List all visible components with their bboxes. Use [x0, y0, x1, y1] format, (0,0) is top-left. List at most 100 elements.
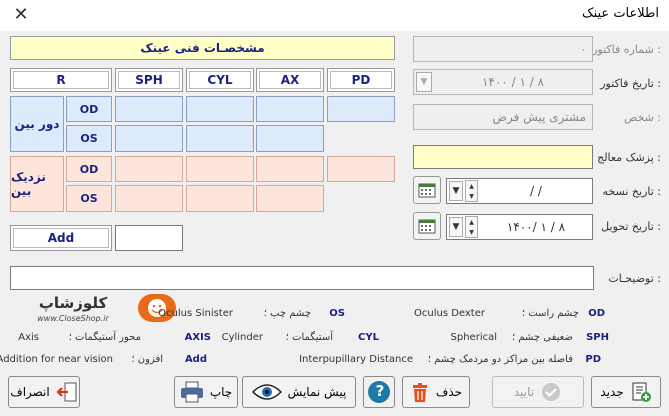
eye-label-od: OD [66, 96, 112, 122]
near-os-ax-input[interactable] [256, 185, 324, 212]
far-os-cyl-input[interactable] [186, 125, 254, 152]
eye-label-od: OD [66, 156, 112, 182]
help-glyph: ? [375, 382, 385, 400]
calendar-icon [418, 219, 436, 234]
near-pd-input[interactable] [327, 156, 395, 182]
delete-button[interactable]: حذف [402, 376, 470, 408]
printer-icon [180, 381, 203, 403]
legend-axis-code: AXIS [184, 332, 211, 343]
calendar-icon [418, 183, 436, 198]
date-spinner[interactable]: ▲ ▼ [465, 216, 478, 238]
row-label-near: نزدیک بین [10, 156, 64, 212]
legend-axis-fa: محور آستیگمات ؛ [68, 332, 141, 343]
legend-od-en: Oculus Dexter [414, 308, 485, 319]
legend-pd-fa: فاصله بین مراکز دو مردمک چشم ؛ [427, 354, 573, 365]
legend-sph-fa: ضعیفی چشم ؛ [511, 332, 573, 343]
delivery-date-value: ۱۴۰۰/ ۱ / ۸ [506, 220, 566, 234]
cancel-button-label: انصراف [10, 385, 50, 399]
check-icon [542, 383, 561, 401]
near-od-ax-input[interactable] [256, 156, 324, 182]
person-value: مشتری پیش فرض [492, 110, 586, 124]
legend-axis-en: Axis [18, 332, 39, 343]
invoice-number-value: ۰ [580, 42, 586, 56]
far-od-sph-input[interactable] [115, 96, 183, 122]
print-button[interactable]: چاپ [174, 376, 238, 408]
legend-add-en: Addition for near vision [0, 354, 113, 365]
window-title: اطلاعات عینک [581, 6, 659, 21]
confirm-button-label: تایید [513, 385, 535, 399]
far-od-ax-input[interactable] [256, 96, 324, 122]
eye-icon [251, 384, 282, 400]
print-button-label: چاپ [209, 385, 233, 399]
prescription-calendar-button[interactable] [413, 176, 441, 204]
column-header-ax: AX [256, 68, 324, 92]
delivery-date-field[interactable]: ▼ ▲ ▼ ۱۴۰۰/ ۱ / ۸ [446, 214, 593, 240]
legend-cyl-code: CYL [358, 332, 379, 343]
add-label: Add [10, 225, 112, 251]
doctor-input[interactable] [413, 145, 593, 169]
prescription-date-value: / / [530, 184, 542, 198]
legend-cyl-en: Cylinder [221, 332, 263, 343]
invoice-date-value: ۱۴۰۰ / ۱ / ۸ [481, 75, 544, 89]
preview-button[interactable]: پیش نمایش [242, 376, 356, 408]
near-os-sph-input[interactable] [115, 185, 183, 212]
legend-os-fa: چشم چپ ؛ [263, 308, 311, 319]
legend-pd-code: PD [585, 354, 601, 365]
column-header-r: R [10, 68, 112, 92]
help-button[interactable]: ? [363, 376, 395, 408]
row-label-far: دور بین [10, 96, 64, 152]
legend-cyl-fa: آستیگمات ؛ [285, 332, 333, 343]
legend-sph-en: Spherical [450, 332, 497, 343]
cancel-button[interactable]: انصراف [8, 376, 80, 408]
new-button[interactable]: جدید [591, 376, 661, 408]
eye-label-os: OS [66, 185, 112, 212]
far-os-sph-input[interactable] [115, 125, 183, 152]
prescription-date-field[interactable]: ▼ ▲ ▼ / / [446, 178, 593, 204]
brand-url: www.CloseShop.ir [37, 314, 109, 323]
far-pd-input[interactable] [327, 96, 395, 122]
date-spinner[interactable]: ▲ ▼ [465, 180, 478, 202]
new-document-icon [632, 382, 651, 402]
delivery-calendar-button[interactable] [413, 212, 441, 240]
legend-od-code: OD [588, 308, 605, 319]
far-od-cyl-input[interactable] [186, 96, 254, 122]
prescription-date-label: تاریخ نسخه : [602, 185, 661, 198]
doctor-label: پزشک معالج : [597, 151, 661, 164]
person-field: مشتری پیش فرض [413, 104, 593, 130]
near-od-sph-input[interactable] [115, 156, 183, 182]
legend-os-code: OS [329, 308, 345, 319]
new-button-label: جدید [600, 385, 624, 399]
close-icon[interactable]: ✕ [8, 3, 34, 27]
column-header-sph: SPH [115, 68, 183, 92]
notes-label: توضیحـات : [608, 272, 661, 285]
delete-button-label: حذف [435, 385, 463, 399]
person-label: شخص : [624, 111, 661, 124]
add-input[interactable] [115, 225, 183, 251]
legend-pd-en: Interpupillary Distance [299, 354, 413, 365]
invoice-date-label: تاریخ فاکتور : [600, 77, 661, 90]
legend-od-fa: چشم راست ؛ [521, 308, 579, 319]
column-header-pd: PD [327, 68, 395, 92]
far-os-ax-input[interactable] [256, 125, 324, 152]
brand-logo: کلوزشاپ www.CloseShop.ir [10, 294, 176, 328]
eye-label-os: OS [66, 125, 112, 152]
exit-icon [56, 382, 77, 402]
specs-title: مشخصـات فنی عینک [10, 36, 395, 60]
near-od-cyl-input[interactable] [186, 156, 254, 182]
trash-icon [412, 383, 427, 402]
near-os-cyl-input[interactable] [186, 185, 254, 212]
chevron-down-icon[interactable]: ▼ [449, 181, 463, 201]
delivery-date-label: تاریخ تحویل : [601, 220, 661, 233]
column-header-cyl: CYL [186, 68, 254, 92]
notes-input[interactable] [10, 266, 594, 290]
legend-os-en: Oculus Sinister [158, 308, 233, 319]
invoice-number-label: شماره فاکتور : [592, 43, 661, 56]
brand-name: کلوزشاپ [38, 294, 108, 312]
legend-sph-code: SPH [586, 332, 609, 343]
invoice-date-field: ▼ ۱۴۰۰ / ۱ / ۸ [413, 69, 593, 95]
title-bar [0, 0, 669, 31]
chevron-down-icon: ▼ [416, 72, 432, 92]
chevron-down-icon[interactable]: ▼ [449, 217, 463, 237]
confirm-button[interactable]: تایید [492, 376, 584, 408]
invoice-number-field: ۰ [413, 36, 593, 62]
